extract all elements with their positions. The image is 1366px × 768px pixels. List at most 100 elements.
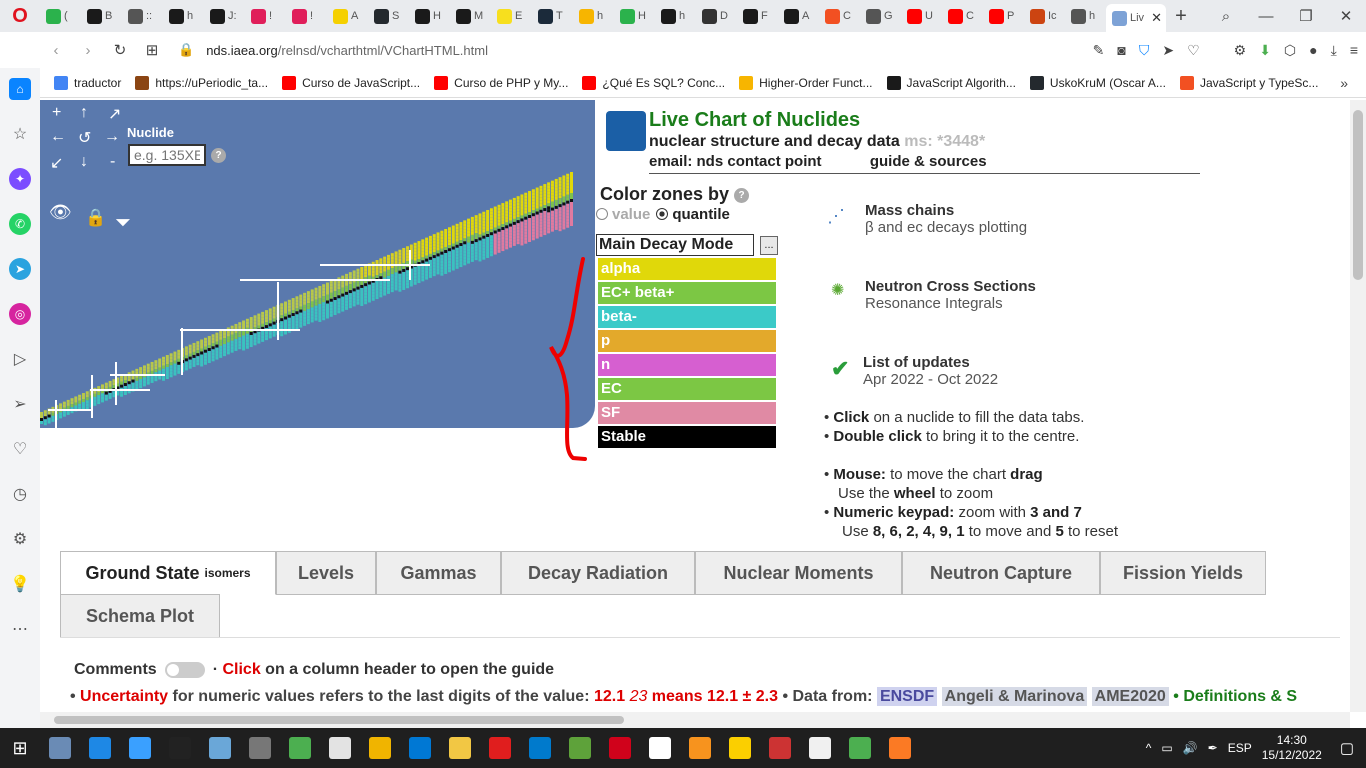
browser-tab[interactable]: ! (245, 2, 286, 30)
volume-icon[interactable]: 🔊 (1183, 741, 1198, 755)
browser-tab-active[interactable]: Liv ✕ (1106, 4, 1166, 32)
telegram-icon[interactable]: ➤ (9, 258, 31, 280)
taskbar-app-icon[interactable] (480, 728, 520, 768)
windows-start-icon[interactable]: ⊞ (0, 728, 40, 768)
tab-decay-radiation[interactable]: Decay Radiation (501, 551, 695, 595)
lightbulb-icon[interactable]: 💡 (9, 573, 31, 595)
zoom-out-icon[interactable]: - (110, 153, 115, 171)
taskbar-app-icon[interactable] (200, 728, 240, 768)
tab-levels[interactable]: Levels (276, 551, 376, 595)
taskbar-app-icon[interactable] (320, 728, 360, 768)
tray-arrow-icon[interactable]: ^ (1146, 741, 1152, 755)
home-icon[interactable]: ⌂ (9, 78, 31, 100)
new-tab-button[interactable]: + (1166, 5, 1196, 28)
legend-item-beta-[interactable]: beta- (598, 306, 776, 328)
guide-link[interactable]: guide & sources (870, 153, 987, 170)
taskbar-app-icon[interactable] (840, 728, 880, 768)
browser-tab[interactable]: E (491, 2, 532, 30)
tab-schema-plot[interactable]: Schema Plot (60, 594, 220, 638)
browser-tab[interactable]: Ic (1024, 2, 1065, 30)
shield-icon[interactable]: ⛉ (1139, 42, 1150, 59)
pan-right-icon[interactable]: → (104, 128, 120, 146)
taskbar-app-icon[interactable] (560, 728, 600, 768)
taskbar-app-icon[interactable] (400, 728, 440, 768)
browser-tab[interactable]: h (1065, 2, 1106, 30)
legend-item-p[interactable]: p (598, 330, 776, 352)
filter-icon[interactable]: ⏷ (115, 212, 131, 235)
legend-item-ec[interactable]: EC (598, 378, 776, 400)
bookmark-item[interactable]: Higher-Order Funct... (739, 75, 873, 90)
taskbar-app-icon[interactable] (120, 728, 160, 768)
browser-tab[interactable]: C (942, 2, 983, 30)
tab-gammas[interactable]: Gammas (376, 551, 501, 595)
browser-tab[interactable]: h (655, 2, 696, 30)
camera-icon[interactable]: ◙ (1117, 42, 1125, 58)
legend-item-sf[interactable]: SF (598, 402, 776, 424)
search-tabs-icon[interactable]: ⌕ (1206, 8, 1246, 25)
restore-button[interactable]: ❐ (1286, 7, 1326, 25)
taskbar-app-icon[interactable] (800, 728, 840, 768)
cube-icon[interactable]: ⬡ (1284, 42, 1296, 59)
close-tab-icon[interactable]: ✕ (1151, 10, 1162, 26)
taskbar-app-icon[interactable] (680, 728, 720, 768)
pan-down-icon[interactable]: ↓ (80, 153, 88, 171)
bookmark-item[interactable]: traductor (54, 75, 121, 90)
browser-tab[interactable]: ! (286, 2, 327, 30)
legend-item-ec-beta-[interactable]: EC+ beta+ (598, 282, 776, 304)
send-icon[interactable]: ➤ (1162, 42, 1174, 59)
taskbar-app-icon[interactable] (440, 728, 480, 768)
zoom-in-icon[interactable]: + (52, 104, 61, 122)
browser-tab[interactable]: D (696, 2, 737, 30)
color-zones-help-icon[interactable]: ? (734, 188, 750, 203)
taskbar-app-icon[interactable] (40, 728, 80, 768)
instagram-icon[interactable]: ◎ (9, 303, 31, 325)
browser-tab[interactable]: A (778, 2, 819, 30)
browser-tab[interactable]: h (163, 2, 204, 30)
bookmark-item[interactable]: UskoKruM (Oscar A... (1029, 75, 1166, 90)
vertical-scrollbar[interactable] (1350, 100, 1366, 712)
taskbar-app-icon[interactable] (520, 728, 560, 768)
nuclide-chart[interactable]: + ↑ ↗ ← ↺ → ↙ ↓ - Nuclide ? 👁 🔒 ⏷ (40, 100, 595, 428)
browser-tab[interactable]: G (860, 2, 901, 30)
browser-tab[interactable]: U (901, 2, 942, 30)
browser-tab[interactable]: A (327, 2, 368, 30)
tab-ground-state[interactable]: Ground State isomers (60, 551, 276, 595)
tab-neutron-capture[interactable]: Neutron Capture (902, 551, 1100, 595)
taskbar-app-icon[interactable] (360, 728, 400, 768)
taskbar-app-icon[interactable] (80, 728, 120, 768)
nuclide-search-input[interactable] (128, 144, 206, 166)
browser-tab[interactable]: S (368, 2, 409, 30)
bookmark-item[interactable]: https://uPeriodic_ta... (135, 75, 268, 90)
taskbar-app-icon[interactable] (240, 728, 280, 768)
legend-item-n[interactable]: n (598, 354, 776, 376)
pan-up-right-icon[interactable]: ↗ (108, 104, 121, 124)
bookmark-item[interactable]: ¿Qué Es SQL? Conc... (582, 75, 725, 90)
nuclide-help-icon[interactable]: ? (211, 148, 226, 163)
browser-tab[interactable]: P (983, 2, 1024, 30)
taskbar-app-icon[interactable] (600, 728, 640, 768)
source-angeli[interactable]: Angeli & Marinova (941, 687, 1088, 706)
reset-icon[interactable]: ↺ (78, 128, 91, 148)
language-indicator[interactable]: ESP (1228, 741, 1252, 755)
bookmark-item[interactable]: Curso de PHP y My... (434, 75, 568, 90)
forward-button[interactable]: › (72, 42, 104, 59)
bookmark-item[interactable]: JavaScript Algorith... (886, 75, 1016, 90)
profile-icon[interactable]: ● (1309, 42, 1317, 58)
bookmarks-more-icon[interactable]: » (1340, 75, 1348, 91)
mass-chains-feature[interactable]: ⋰ Mass chains β and ec decays plotting (827, 202, 1027, 236)
opera-logo-icon[interactable]: O (0, 0, 40, 32)
comments-toggle[interactable] (164, 662, 205, 678)
radio-quantile[interactable]: quantile (656, 206, 730, 223)
player-icon[interactable]: ▷ (9, 348, 31, 370)
taskbar-app-icon[interactable] (880, 728, 920, 768)
more-sidebar-icon[interactable]: ⋯ (9, 618, 31, 640)
browser-tab[interactable]: ( (40, 2, 81, 30)
definitions-link[interactable]: • Definitions & S (1169, 688, 1297, 705)
legend-item-stable[interactable]: Stable (598, 426, 776, 448)
neutron-cross-sections-feature[interactable]: ✺ Neutron Cross Sections Resonance Integ… (827, 278, 1036, 312)
browser-tab[interactable]: B (81, 2, 122, 30)
tab-nuclear-moments[interactable]: Nuclear Moments (695, 551, 902, 595)
browser-tab[interactable]: H (409, 2, 450, 30)
decay-mode-select[interactable]: Main Decay Mode (596, 234, 754, 256)
hide-eye-icon[interactable]: 👁 (49, 202, 72, 223)
